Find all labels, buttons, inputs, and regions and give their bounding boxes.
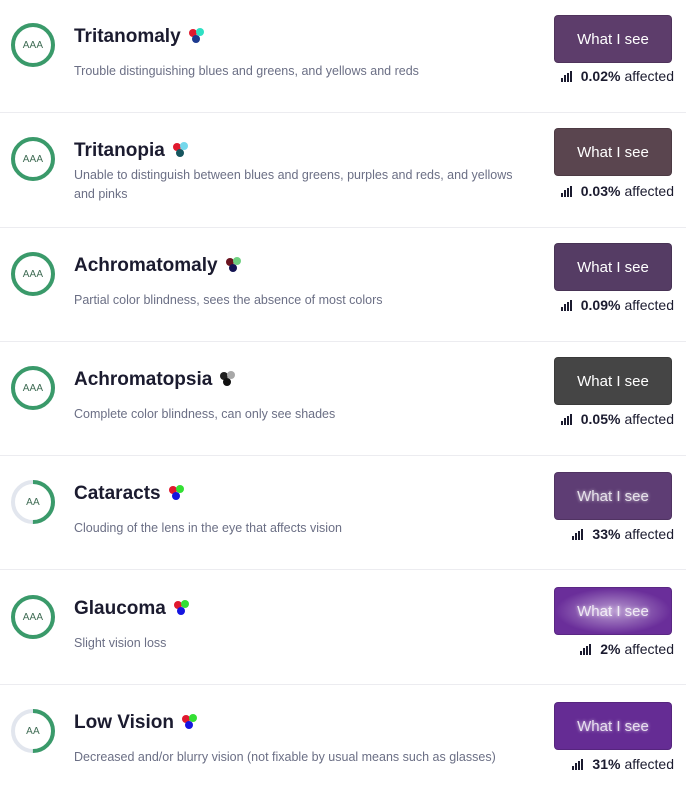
conformance-level: AA bbox=[26, 725, 40, 737]
conformance-badge: AAA bbox=[10, 594, 56, 640]
affected-stat: 2% affected bbox=[580, 641, 674, 657]
condition-title: Glaucoma bbox=[74, 598, 196, 620]
affected-label: affected bbox=[624, 526, 674, 542]
list-item: AAA Tritanopia Unable to distinguish bet… bbox=[0, 113, 686, 228]
what-i-see-label: What I see bbox=[577, 717, 649, 735]
list-item: AA Cataracts Clouding of the lens in the… bbox=[0, 456, 686, 570]
affected-stat: 0.09% affected bbox=[560, 297, 674, 313]
what-i-see-label: What I see bbox=[577, 602, 649, 620]
conformance-badge: AA bbox=[10, 479, 56, 525]
what-i-see-label: What I see bbox=[577, 487, 649, 505]
affected-label: affected bbox=[624, 641, 674, 657]
affected-stat: 0.05% affected bbox=[560, 411, 674, 427]
affected-percent: 33% bbox=[592, 526, 621, 542]
affected-percent: 31% bbox=[592, 756, 621, 772]
conformance-level: AA bbox=[26, 496, 40, 508]
affected-percent: 0.03% bbox=[580, 183, 621, 199]
list-item: AAA Achromatomaly Partial color blindnes… bbox=[0, 228, 686, 342]
affected-percent: 0.02% bbox=[580, 68, 621, 84]
conformance-badge: AAA bbox=[10, 22, 56, 68]
affected-label: affected bbox=[624, 756, 674, 772]
affected-label: affected bbox=[624, 183, 674, 199]
conformance-badge: AA bbox=[10, 708, 56, 754]
condition-title: Tritanomaly bbox=[74, 26, 211, 48]
signal-bars-icon bbox=[560, 299, 573, 311]
what-i-see-button[interactable]: What I see bbox=[554, 702, 672, 750]
condition-description: Clouding of the lens in the eye that aff… bbox=[74, 521, 342, 535]
condition-description: Decreased and/or blurry vision (not fixa… bbox=[74, 750, 496, 764]
conformance-badge: AAA bbox=[10, 251, 56, 297]
affected-stat: 0.03% affected bbox=[560, 183, 674, 199]
what-i-see-button[interactable]: What I see bbox=[554, 472, 672, 520]
affected-stat: 31% affected bbox=[572, 756, 674, 772]
condition-name: Achromatopsia bbox=[74, 369, 213, 390]
condition-name: Glaucoma bbox=[74, 598, 166, 619]
conformance-level: AAA bbox=[22, 39, 44, 51]
what-i-see-label: What I see bbox=[577, 30, 649, 48]
color-dots-icon bbox=[172, 142, 195, 160]
conformance-level: AAA bbox=[22, 382, 44, 394]
condition-name: Tritanomaly bbox=[74, 26, 181, 47]
affected-label: affected bbox=[624, 297, 674, 313]
conformance-badge: AAA bbox=[10, 136, 56, 182]
list-item: AAA Tritanomaly Trouble distinguishing b… bbox=[0, 0, 686, 113]
what-i-see-button[interactable]: What I see bbox=[554, 357, 672, 405]
condition-title: Achromatomaly bbox=[74, 255, 248, 277]
condition-description: Slight vision loss bbox=[74, 636, 167, 650]
color-dots-icon bbox=[168, 485, 191, 503]
what-i-see-button[interactable]: What I see bbox=[554, 128, 672, 176]
affected-percent: 2% bbox=[600, 641, 621, 657]
list-item: AA Low Vision Decreased and/or blurry vi… bbox=[0, 685, 686, 796]
condition-name: Cataracts bbox=[74, 483, 161, 504]
affected-stat: 0.02% affected bbox=[560, 68, 674, 84]
list-item: AAA Achromatopsia Complete color blindne… bbox=[0, 342, 686, 456]
condition-name: Tritanopia bbox=[74, 140, 165, 161]
what-i-see-label: What I see bbox=[577, 372, 649, 390]
condition-description: Trouble distinguishing blues and greens,… bbox=[74, 64, 419, 78]
conformance-level: AAA bbox=[22, 611, 44, 623]
signal-bars-icon bbox=[580, 643, 592, 655]
conformance-level: AAA bbox=[22, 268, 44, 280]
condition-name: Achromatomaly bbox=[74, 255, 218, 276]
color-dots-icon bbox=[188, 28, 211, 46]
what-i-see-label: What I see bbox=[577, 143, 649, 161]
affected-percent: 0.05% bbox=[580, 411, 621, 427]
condition-title: Cataracts bbox=[74, 483, 191, 505]
signal-bars-icon bbox=[572, 758, 584, 770]
color-dots-icon bbox=[225, 257, 248, 275]
what-i-see-label: What I see bbox=[577, 258, 649, 276]
affected-percent: 0.09% bbox=[580, 297, 621, 313]
condition-title: Tritanopia bbox=[74, 140, 195, 162]
signal-bars-icon bbox=[560, 70, 573, 82]
signal-bars-icon bbox=[572, 528, 584, 540]
condition-description: Complete color blindness, can only see s… bbox=[74, 407, 336, 421]
affected-label: affected bbox=[624, 68, 674, 84]
condition-description: Partial color blindness, sees the absenc… bbox=[74, 293, 383, 307]
signal-bars-icon bbox=[560, 185, 573, 197]
condition-title: Achromatopsia bbox=[74, 369, 242, 391]
what-i-see-button[interactable]: What I see bbox=[554, 15, 672, 63]
condition-name: Low Vision bbox=[74, 712, 174, 733]
color-dots-icon bbox=[173, 600, 196, 618]
conformance-badge: AAA bbox=[10, 365, 56, 411]
signal-bars-icon bbox=[560, 413, 573, 425]
conformance-level: AAA bbox=[22, 153, 44, 165]
color-dots-icon bbox=[220, 371, 242, 389]
what-i-see-button[interactable]: What I see bbox=[554, 587, 672, 635]
affected-stat: 33% affected bbox=[572, 526, 674, 542]
condition-description: Unable to distinguish between blues and … bbox=[74, 168, 513, 201]
what-i-see-button[interactable]: What I see bbox=[554, 243, 672, 291]
condition-title: Low Vision bbox=[74, 712, 204, 734]
affected-label: affected bbox=[624, 411, 674, 427]
list-item: AAA Glaucoma Slight vision loss What I s… bbox=[0, 570, 686, 685]
color-dots-icon bbox=[181, 714, 204, 732]
